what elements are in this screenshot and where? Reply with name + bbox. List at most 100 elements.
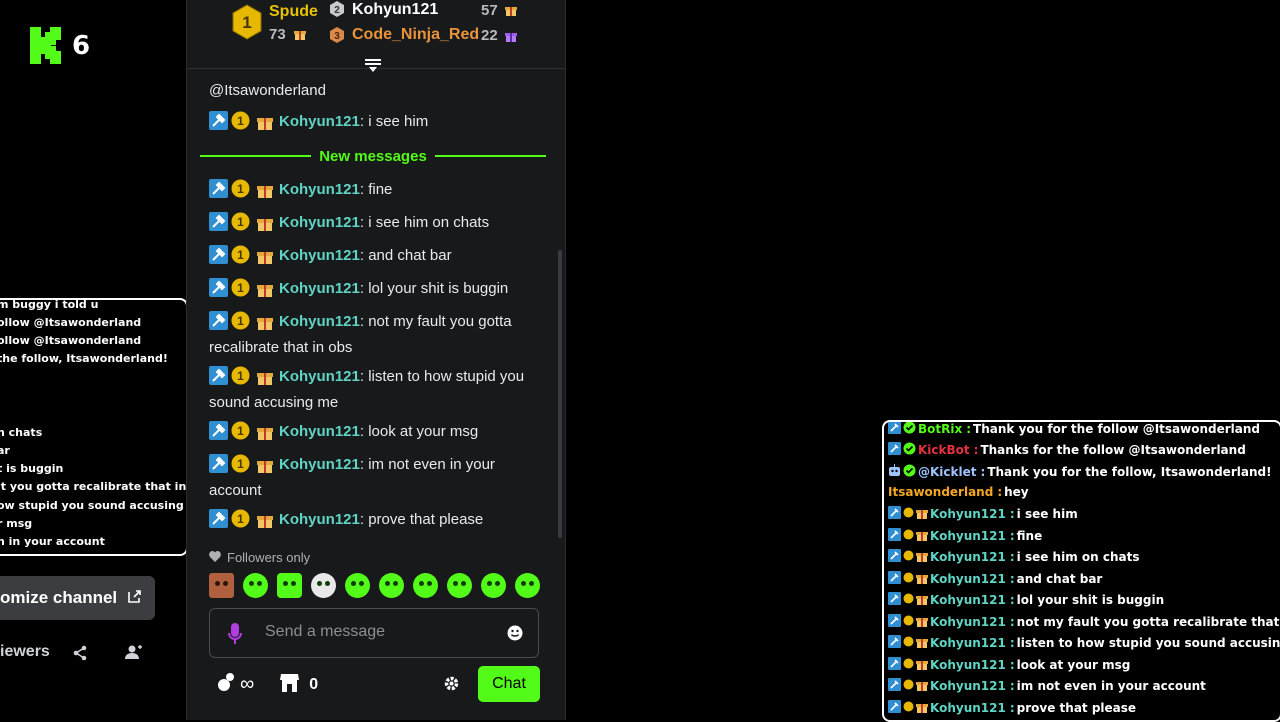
channel-logo[interactable]: 6 [30, 27, 90, 64]
overlay-username: Kohyun121 [930, 636, 1006, 650]
gift-icon [294, 27, 306, 45]
moderator-icon [209, 454, 228, 480]
overlay-line: ollow @Itsawonderland [0, 334, 142, 347]
emoji-picker-icon[interactable] [507, 625, 523, 646]
rank-number: 1 [242, 13, 251, 32]
moderator-icon [209, 311, 228, 337]
overlay-username: Kohyun121 [930, 701, 1006, 715]
gift-icon [916, 550, 928, 565]
message-username[interactable]: Kohyun121 [279, 456, 360, 473]
message-username[interactable]: Kohyun121 [279, 280, 360, 297]
overlay-message: KickBot: Thanks for the follow @Itsawond… [888, 442, 1246, 458]
message-text: : i see him on chats [359, 214, 490, 231]
purple-gift-icon [505, 29, 517, 47]
leaderboard-second-score: 57 [481, 2, 498, 19]
gift-icon [257, 182, 273, 205]
overlay-text: Thank you for the follow, Itsawonderland… [987, 465, 1272, 479]
rank-number: 3 [334, 31, 340, 42]
share-icon[interactable] [72, 645, 88, 666]
emote[interactable] [481, 573, 506, 598]
rank-badge-icon [903, 679, 914, 693]
chat-footer: ∞ 0 [217, 672, 318, 697]
emote-face[interactable] [209, 573, 234, 598]
gift-icon [505, 3, 517, 21]
rank-number: 2 [334, 5, 340, 16]
overlay-username: Kohyun121 [930, 593, 1006, 607]
chat-message[interactable]: 1 Kohyun121: and chat bar [209, 245, 543, 271]
rank-badge-icon: 1 [231, 111, 250, 137]
user-settings-icon[interactable] [125, 644, 143, 665]
overlay-colon: : [1009, 615, 1015, 629]
leaderboard-third-name[interactable]: Code_Ninja_Red [352, 26, 479, 44]
overlay-text: fine [1016, 529, 1043, 543]
message-input[interactable]: Send a message [209, 608, 539, 658]
overlay-message: Kohyun121: im not even in your account [888, 678, 1206, 694]
chat-message[interactable]: 1 Kohyun121: fine [209, 179, 543, 205]
message-username[interactable]: Kohyun121 [279, 313, 360, 330]
chat-message[interactable]: 1 Kohyun121: i see him on chats [209, 212, 543, 238]
chat-message[interactable]: 1 Kohyun121: look at your msg [209, 421, 543, 447]
overlay-colon: : [1009, 529, 1015, 543]
right-chat-overlay: BotRix: Thank you for the follow @Itsawo… [882, 420, 1280, 722]
chat-message[interactable]: 1 Kohyun121: listen to how stupid you sou… [209, 366, 543, 414]
message-text: : i see him [359, 113, 429, 130]
moderator-icon [209, 111, 228, 137]
leaderboard-second-name[interactable]: Kohyun121 [352, 1, 438, 19]
overlay-message: Kohyun121: fine [888, 528, 1042, 544]
overlay-message: Kohyun121: and chat bar [888, 571, 1102, 587]
message-username[interactable]: Kohyun121 [279, 113, 360, 130]
rank-badge-icon [903, 658, 914, 672]
gift-icon [257, 248, 273, 271]
overlay-text: lol your shit is buggin [1016, 593, 1165, 607]
message-placeholder: Send a message [265, 623, 386, 640]
collapse-leaderboard-icon[interactable] [364, 58, 382, 79]
rank-badge-icon: 1 [231, 278, 250, 304]
bot-icon [888, 464, 901, 480]
leaderboard-first-name[interactable]: Spude [269, 3, 318, 21]
overlay-line: the follow, Itsawonderland! [0, 352, 168, 365]
overlay-colon: : [1009, 550, 1015, 564]
emote[interactable] [447, 573, 472, 598]
overlay-text: i see him on chats [1016, 550, 1140, 564]
emote[interactable] [277, 573, 302, 598]
overlay-message: Kohyun121: lol your shit is buggin [888, 592, 1164, 608]
message-username[interactable]: Kohyun121 [279, 247, 360, 264]
message-username[interactable]: Kohyun121 [279, 214, 360, 231]
gift-icon [916, 529, 928, 544]
emote[interactable] [413, 573, 438, 598]
microphone-icon[interactable] [228, 623, 242, 650]
overlay-username: Kohyun121 [930, 572, 1006, 586]
emote[interactable] [345, 573, 370, 598]
message-text: : and chat bar [359, 247, 452, 264]
chat-message[interactable]: 1 Kohyun121: im not even in your account [209, 454, 543, 502]
customize-channel-button[interactable]: omize channel [0, 576, 155, 620]
emote[interactable] [515, 573, 540, 598]
gift-icon [916, 679, 928, 694]
chat-message[interactable]: 1 Kohyun121: not my fault you gotta recal… [209, 311, 543, 359]
badge-number: 1 [237, 457, 244, 471]
emote[interactable] [311, 573, 336, 598]
chat-settings-icon[interactable] [444, 676, 459, 696]
message-username[interactable]: Kohyun121 [279, 181, 360, 198]
message-username[interactable]: Kohyun121 [279, 368, 360, 385]
overlay-username: Itsawonderland [888, 485, 994, 499]
emote[interactable] [243, 573, 268, 598]
chat-message[interactable]: 1 Kohyun121: i see him [209, 111, 543, 137]
overlay-username: Kohyun121 [930, 507, 1006, 521]
overlay-text: Thank you for the follow @Itsawonderland [973, 422, 1261, 436]
store-icon[interactable] [280, 673, 300, 697]
overlay-text: not my fault you gotta recalibrate that … [1016, 615, 1280, 629]
moderator-icon [888, 614, 901, 630]
gift-icon [257, 369, 273, 392]
message-username[interactable]: Kohyun121 [279, 423, 360, 440]
chat-scrollbar[interactable] [558, 250, 562, 538]
overlay-line: r msg [0, 517, 33, 530]
send-chat-button[interactable]: Chat [478, 666, 540, 702]
chat-message[interactable]: 1 Kohyun121: prove that please [209, 509, 543, 535]
moderator-icon [209, 421, 228, 447]
channel-points-icon[interactable] [217, 672, 237, 697]
emote[interactable] [379, 573, 404, 598]
message-username[interactable]: Kohyun121 [279, 511, 360, 528]
chat-message[interactable]: 1 Kohyun121: lol your shit is buggin [209, 278, 543, 304]
overlay-colon: : [1009, 636, 1015, 650]
